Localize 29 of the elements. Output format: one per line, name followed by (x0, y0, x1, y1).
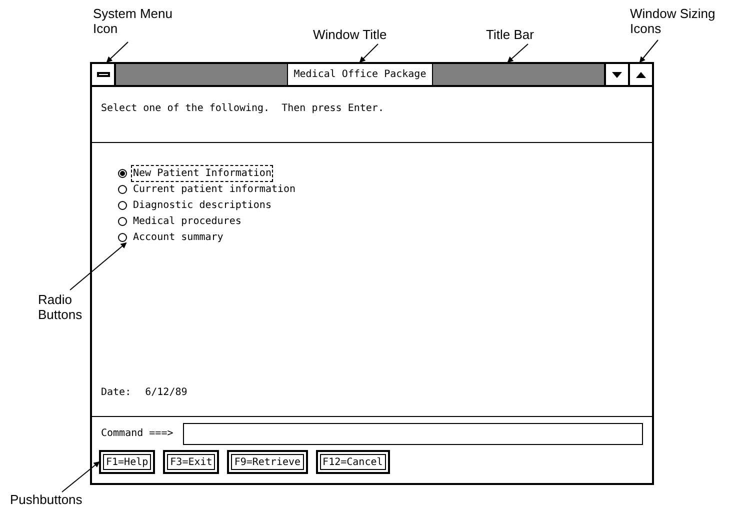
function-key-button[interactable]: F3=Exit (163, 450, 220, 474)
command-label: Command ===> (101, 427, 174, 441)
callout-label: System Menu Icon (93, 6, 172, 36)
window-title: Medical Office Package (286, 64, 434, 85)
minimize-icon[interactable] (604, 64, 628, 85)
radio-button[interactable] (118, 184, 127, 194)
function-key-button[interactable]: F9=Retrieve (227, 450, 308, 474)
radio-button[interactable] (118, 200, 127, 210)
option-label[interactable]: Diagnostic descriptions (131, 198, 274, 212)
maximize-icon[interactable] (628, 64, 652, 85)
option-label[interactable]: Medical procedures (131, 214, 244, 228)
callout-label: Window Title (313, 27, 387, 42)
function-key-button[interactable]: F1=Help (99, 450, 156, 474)
date-label: Date: (101, 386, 132, 400)
callout-label: Pushbuttons (10, 492, 82, 507)
callout-label: Radio Buttons (38, 292, 82, 322)
radio-button[interactable] (118, 168, 127, 178)
callout-label: Title Bar (486, 27, 534, 42)
callout-label: Window Sizing Icons (630, 6, 716, 36)
option-label[interactable]: Current patient information (131, 182, 298, 196)
system-menu-icon[interactable] (92, 64, 116, 85)
instruction-text: Select one of the following. Then press Enter. (101, 103, 384, 114)
option-label[interactable]: New Patient Information (131, 164, 274, 182)
date-value: 6/12/89 (145, 386, 188, 400)
command-input-field[interactable] (183, 422, 643, 444)
radio-button[interactable] (118, 232, 127, 242)
option-label[interactable]: Account summary (131, 230, 226, 244)
radio-button[interactable] (118, 216, 127, 226)
function-key-button[interactable]: F12=Cancel (316, 450, 390, 474)
